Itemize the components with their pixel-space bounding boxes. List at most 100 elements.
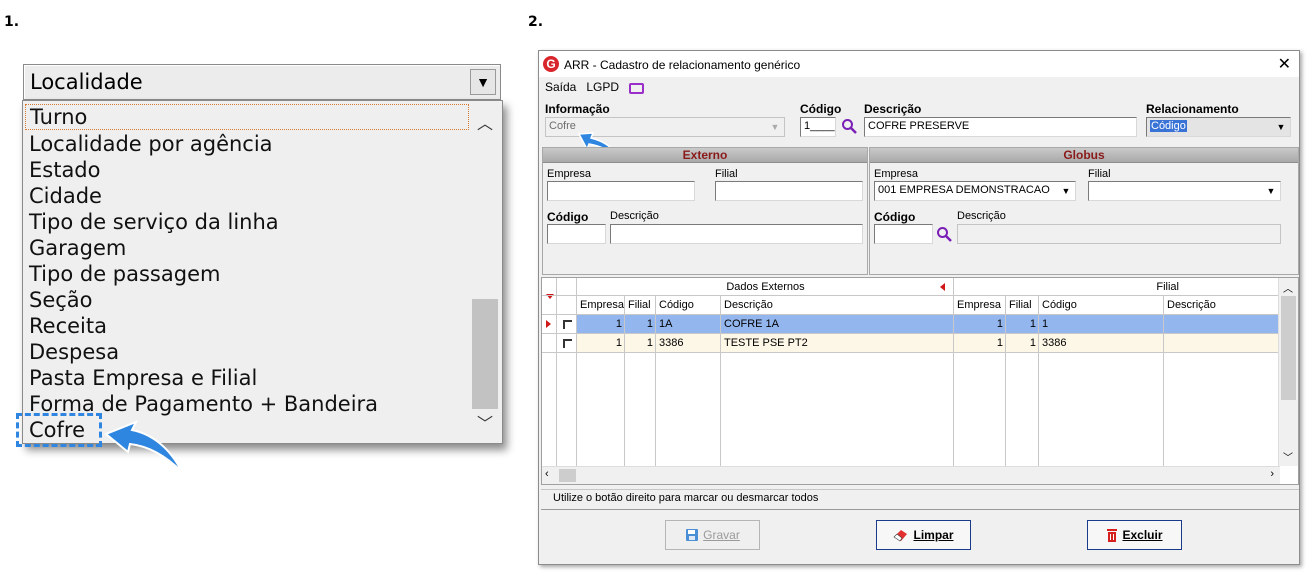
- table-cell: [1164, 315, 1278, 333]
- col-header[interactable]: Filial: [625, 296, 656, 314]
- chevron-right-icon[interactable]: ›: [1270, 468, 1274, 480]
- globus-codigo-label: Código: [874, 210, 916, 224]
- grid-vertical-scrollbar[interactable]: ︿ ﹀: [1278, 278, 1298, 466]
- col-header[interactable]: Filial: [1006, 296, 1039, 314]
- col-header[interactable]: Empresa: [954, 296, 1006, 314]
- list-item[interactable]: Seção: [25, 287, 469, 313]
- table-cell: 1: [646, 337, 653, 349]
- grid-line: [542, 352, 1280, 353]
- monitor-icon[interactable]: [629, 82, 645, 94]
- group-header-filial: Filial: [1156, 281, 1179, 293]
- chevron-up-icon[interactable]: ︿: [470, 107, 500, 137]
- list-item[interactable]: Despesa: [25, 339, 469, 365]
- data-grid: Dados Externos Filial Empresa Filial Cód…: [541, 277, 1299, 485]
- externo-filial-input[interactable]: [715, 181, 863, 201]
- search-icon[interactable]: [841, 118, 857, 134]
- externo-codigo-label: Código: [547, 210, 589, 224]
- cofre-highlight-box: [16, 413, 102, 447]
- limpar-button[interactable]: Limpar: [876, 520, 971, 550]
- list-item[interactable]: Tipo de serviço da linha: [25, 209, 469, 235]
- externo-empresa-input[interactable]: [547, 181, 695, 201]
- table-cell: 1: [996, 318, 1003, 330]
- col-header[interactable]: Empresa: [577, 296, 625, 314]
- combo-value: Localidade: [30, 70, 143, 94]
- title-bar: G ARR - Cadastro de relacionamento genér…: [539, 51, 1299, 77]
- scrollbar-thumb[interactable]: [559, 469, 576, 482]
- list-item[interactable]: Turno: [25, 104, 469, 130]
- app-logo-icon: G: [543, 56, 559, 72]
- table-cell: TESTE PSE PT2: [724, 337, 808, 349]
- excluir-button[interactable]: Excluir: [1087, 520, 1182, 550]
- close-icon[interactable]: ✕: [1278, 54, 1291, 74]
- globus-group: Globus Empresa 001 EMPRESA DEMONSTRACAO …: [869, 147, 1299, 275]
- list-item[interactable]: Receita: [25, 313, 469, 339]
- grid-line: [953, 278, 954, 466]
- chevron-down-icon[interactable]: ▼: [470, 69, 496, 95]
- collapse-arrow-icon[interactable]: [940, 283, 945, 291]
- grid-horizontal-scrollbar[interactable]: ‹ ›: [542, 466, 1280, 484]
- scrollbar-thumb[interactable]: [472, 299, 498, 409]
- col-header[interactable]: Descrição: [1164, 296, 1278, 314]
- grid-line: [1163, 296, 1164, 466]
- descricao-input[interactable]: COFRE PRESERVE: [864, 117, 1137, 137]
- externo-descricao-input[interactable]: [610, 224, 863, 244]
- globus-empresa-value: 001 EMPRESA DEMONSTRACAO: [878, 184, 1050, 196]
- list-item[interactable]: Tipo de passagem: [25, 261, 469, 287]
- table-cell: 1: [1029, 318, 1036, 330]
- externo-empresa-label: Empresa: [547, 168, 592, 180]
- list-item[interactable]: Estado: [25, 157, 469, 183]
- grid-line: [542, 314, 1280, 315]
- globus-filial-label: Filial: [1088, 168, 1111, 180]
- chevron-left-icon[interactable]: ‹: [545, 468, 549, 480]
- chevron-down-icon[interactable]: ﹀: [470, 407, 500, 437]
- externo-codigo-input[interactable]: [547, 224, 606, 244]
- row-checkbox[interactable]: [563, 339, 572, 348]
- list-item[interactable]: Localidade por agência: [25, 131, 469, 157]
- grid-line: [720, 296, 721, 466]
- gravar-button[interactable]: Gravar: [665, 520, 760, 550]
- grid-line: [542, 333, 1280, 334]
- list-item[interactable]: Pasta Empresa e Filial: [25, 365, 469, 391]
- globus-codigo-input[interactable]: [874, 224, 933, 244]
- table-cell: 3386: [1042, 337, 1067, 349]
- relacionamento-select[interactable]: Código ▼: [1146, 117, 1291, 137]
- chevron-up-icon[interactable]: ︿: [1283, 280, 1293, 295]
- codigo-label: Código: [800, 102, 842, 116]
- search-icon[interactable]: [936, 226, 952, 242]
- table-cell: 1A: [659, 318, 673, 330]
- globus-filial-select[interactable]: ▼: [1088, 181, 1281, 201]
- grid-line: [556, 278, 557, 466]
- scrollbar-thumb[interactable]: [1281, 296, 1296, 400]
- codigo-input[interactable]: 1____: [800, 117, 836, 137]
- menu-saida[interactable]: Saída: [545, 80, 576, 94]
- globus-empresa-select[interactable]: 001 EMPRESA DEMONSTRACAO ▼: [874, 181, 1076, 201]
- list-item[interactable]: Garagem: [25, 235, 469, 261]
- table-cell: [1164, 334, 1278, 352]
- dropdown-scrollbar[interactable]: ︿ ﹀: [470, 103, 500, 441]
- menu-bar: Saída LGPD: [545, 80, 645, 94]
- table-cell: COFRE 1A: [724, 318, 780, 330]
- globus-empresa-label: Empresa: [874, 168, 919, 180]
- list-item[interactable]: Cidade: [25, 183, 469, 209]
- descricao-label: Descrição: [864, 102, 922, 116]
- externo-filial-label: Filial: [715, 168, 738, 180]
- table-cell: 1: [996, 337, 1003, 349]
- globus-descricao-label: Descrição: [957, 210, 1006, 222]
- chevron-down-icon[interactable]: ﹀: [1283, 449, 1293, 464]
- chevron-down-icon[interactable]: ▼: [767, 119, 783, 135]
- grid-line: [1005, 296, 1006, 466]
- chevron-down-icon[interactable]: ▼: [1263, 183, 1279, 199]
- col-header[interactable]: Descrição: [721, 296, 954, 314]
- col-header[interactable]: Código: [656, 296, 721, 314]
- row-checkbox[interactable]: [563, 320, 572, 329]
- col-header[interactable]: Código: [1039, 296, 1164, 314]
- group-header-dados-externos: Dados Externos: [726, 281, 805, 293]
- menu-lgpd[interactable]: LGPD: [586, 80, 619, 94]
- informacao-combo[interactable]: Localidade ▼: [23, 64, 501, 100]
- dropdown-list: Turno Localidade por agência Estado Cida…: [22, 100, 503, 444]
- externo-title: Externo: [543, 148, 867, 163]
- globus-descricao-input[interactable]: [957, 224, 1281, 244]
- chevron-down-icon[interactable]: ▼: [1058, 183, 1074, 199]
- trash-icon: [1107, 528, 1118, 542]
- chevron-down-icon[interactable]: ▼: [1273, 119, 1289, 135]
